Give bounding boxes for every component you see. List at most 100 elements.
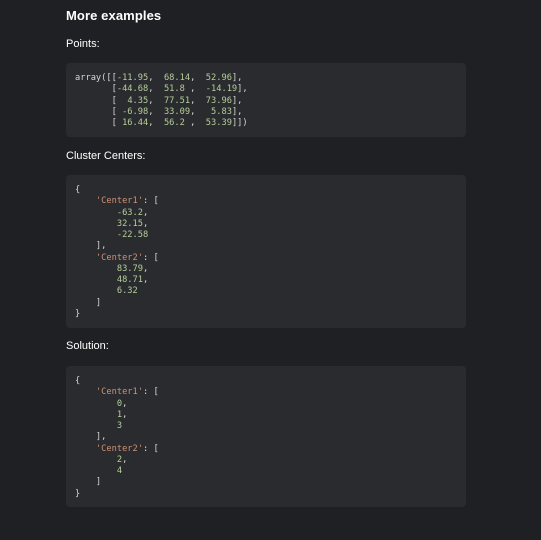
section-heading: More examples [66, 8, 162, 23]
code-text: { [75, 376, 81, 386]
code-line: 0, [75, 399, 466, 410]
code-text: ]]) [231, 118, 248, 128]
code-number: -44.68 [116, 84, 149, 95]
code-string: 'Center2' [95, 252, 143, 263]
code-line: { [75, 185, 466, 196]
code-text: , [148, 73, 164, 83]
code-number: 4.35 [127, 95, 149, 106]
code-text: , [190, 106, 212, 117]
code-number: 16.44 [122, 118, 149, 128]
code-text: ], [75, 432, 107, 443]
cluster-centers-label: Cluster Centers: [66, 150, 146, 162]
code-number: 3 [116, 421, 123, 431]
code-text: , [122, 409, 128, 420]
code-line: 6.32 [75, 286, 466, 297]
code-text: } [75, 308, 81, 319]
code-text: [ [75, 106, 123, 117]
code-number: -63.2 [116, 207, 143, 218]
solution-code-block[interactable]: { 'Center1': [ 0, 1, 3 ], 'Center2': [ 2… [66, 366, 466, 507]
code-line: 83.79, [75, 264, 466, 275]
cluster-centers-code-block[interactable]: { 'Center1': [ -63.2, 32.15, -22.58 ], '… [66, 175, 466, 328]
code-text: , [148, 106, 164, 117]
code-text: } [75, 488, 81, 499]
code-line: 3 [75, 421, 466, 432]
code-number: -11.95 [116, 73, 149, 83]
code-line: 'Center2': [ [75, 444, 466, 455]
code-line: 48.71, [75, 275, 466, 286]
code-line: 'Center2': [ [75, 253, 466, 264]
code-line: ], [75, 432, 466, 443]
code-text: , [148, 118, 164, 128]
code-line: } [75, 309, 466, 320]
code-line: array([[-11.95, 68.14, 52.96], [75, 73, 466, 84]
code-text: ] [75, 477, 102, 488]
code-line: { [75, 376, 466, 387]
code-number: 4 [116, 466, 123, 476]
code-line: } [75, 489, 466, 500]
code-text: , [148, 95, 164, 106]
points-code-block[interactable]: array([[-11.95, 68.14, 52.96], [-44.68, … [66, 63, 466, 137]
code-line: 1, [75, 410, 466, 421]
code-number: 52.96 [205, 73, 232, 83]
code-text: ] [75, 297, 102, 308]
code-text: , [143, 263, 149, 274]
code-text: [ [75, 84, 117, 95]
code-text: : [ [143, 443, 159, 454]
code-text: ], [237, 84, 248, 95]
code-text: , [143, 218, 149, 229]
code-text: ], [75, 241, 107, 252]
code-text: [ [75, 95, 128, 106]
code-number: 6.32 [116, 286, 138, 297]
code-number: 68.14 [163, 73, 191, 83]
code-line: [ -6.98, 33.09, 5.83], [75, 107, 466, 118]
code-number: 83.79 [116, 263, 143, 274]
code-number: 73.96 [205, 95, 232, 106]
code-text: { [75, 185, 81, 195]
code-line: [ 4.35, 77.51, 73.96], [75, 96, 466, 107]
code-number: 33.09 [163, 106, 191, 117]
code-text: ], [231, 106, 243, 117]
code-number: 51.8 [163, 84, 185, 95]
code-line: ] [75, 477, 466, 488]
code-line: -22.58 [75, 230, 466, 241]
code-number: -14.19 [205, 84, 238, 95]
code-number: 77.51 [163, 95, 191, 106]
code-text: , [122, 398, 128, 409]
points-label: Points: [66, 38, 100, 50]
code-line: -63.2, [75, 208, 466, 219]
code-number: 56.2 [163, 118, 185, 128]
code-string: 'Center1' [95, 387, 143, 398]
code-number: 53.39 [205, 118, 232, 128]
code-line: 32.15, [75, 219, 466, 230]
code-line: ], [75, 241, 466, 252]
code-text: , [122, 454, 128, 465]
solution-label: Solution: [66, 340, 109, 352]
code-text: , [143, 207, 149, 218]
code-line: ] [75, 298, 466, 309]
code-text: [ [75, 118, 123, 128]
code-text: , [190, 73, 206, 83]
code-text: , [143, 275, 149, 285]
code-line: [ 16.44, 56.2 , 53.39]]) [75, 118, 466, 129]
code-number: -6.98 [122, 106, 149, 117]
code-string: 'Center2' [95, 443, 143, 454]
code-line: [-44.68, 51.8 , -14.19], [75, 84, 466, 95]
code-text: , [184, 118, 206, 128]
code-text: : [ [143, 196, 159, 207]
code-text: ], [231, 95, 243, 106]
code-line: 'Center1': [ [75, 196, 466, 207]
code-number: -22.58 [116, 230, 149, 240]
code-line: 'Center1': [ [75, 387, 466, 398]
code-text: ], [231, 73, 243, 83]
